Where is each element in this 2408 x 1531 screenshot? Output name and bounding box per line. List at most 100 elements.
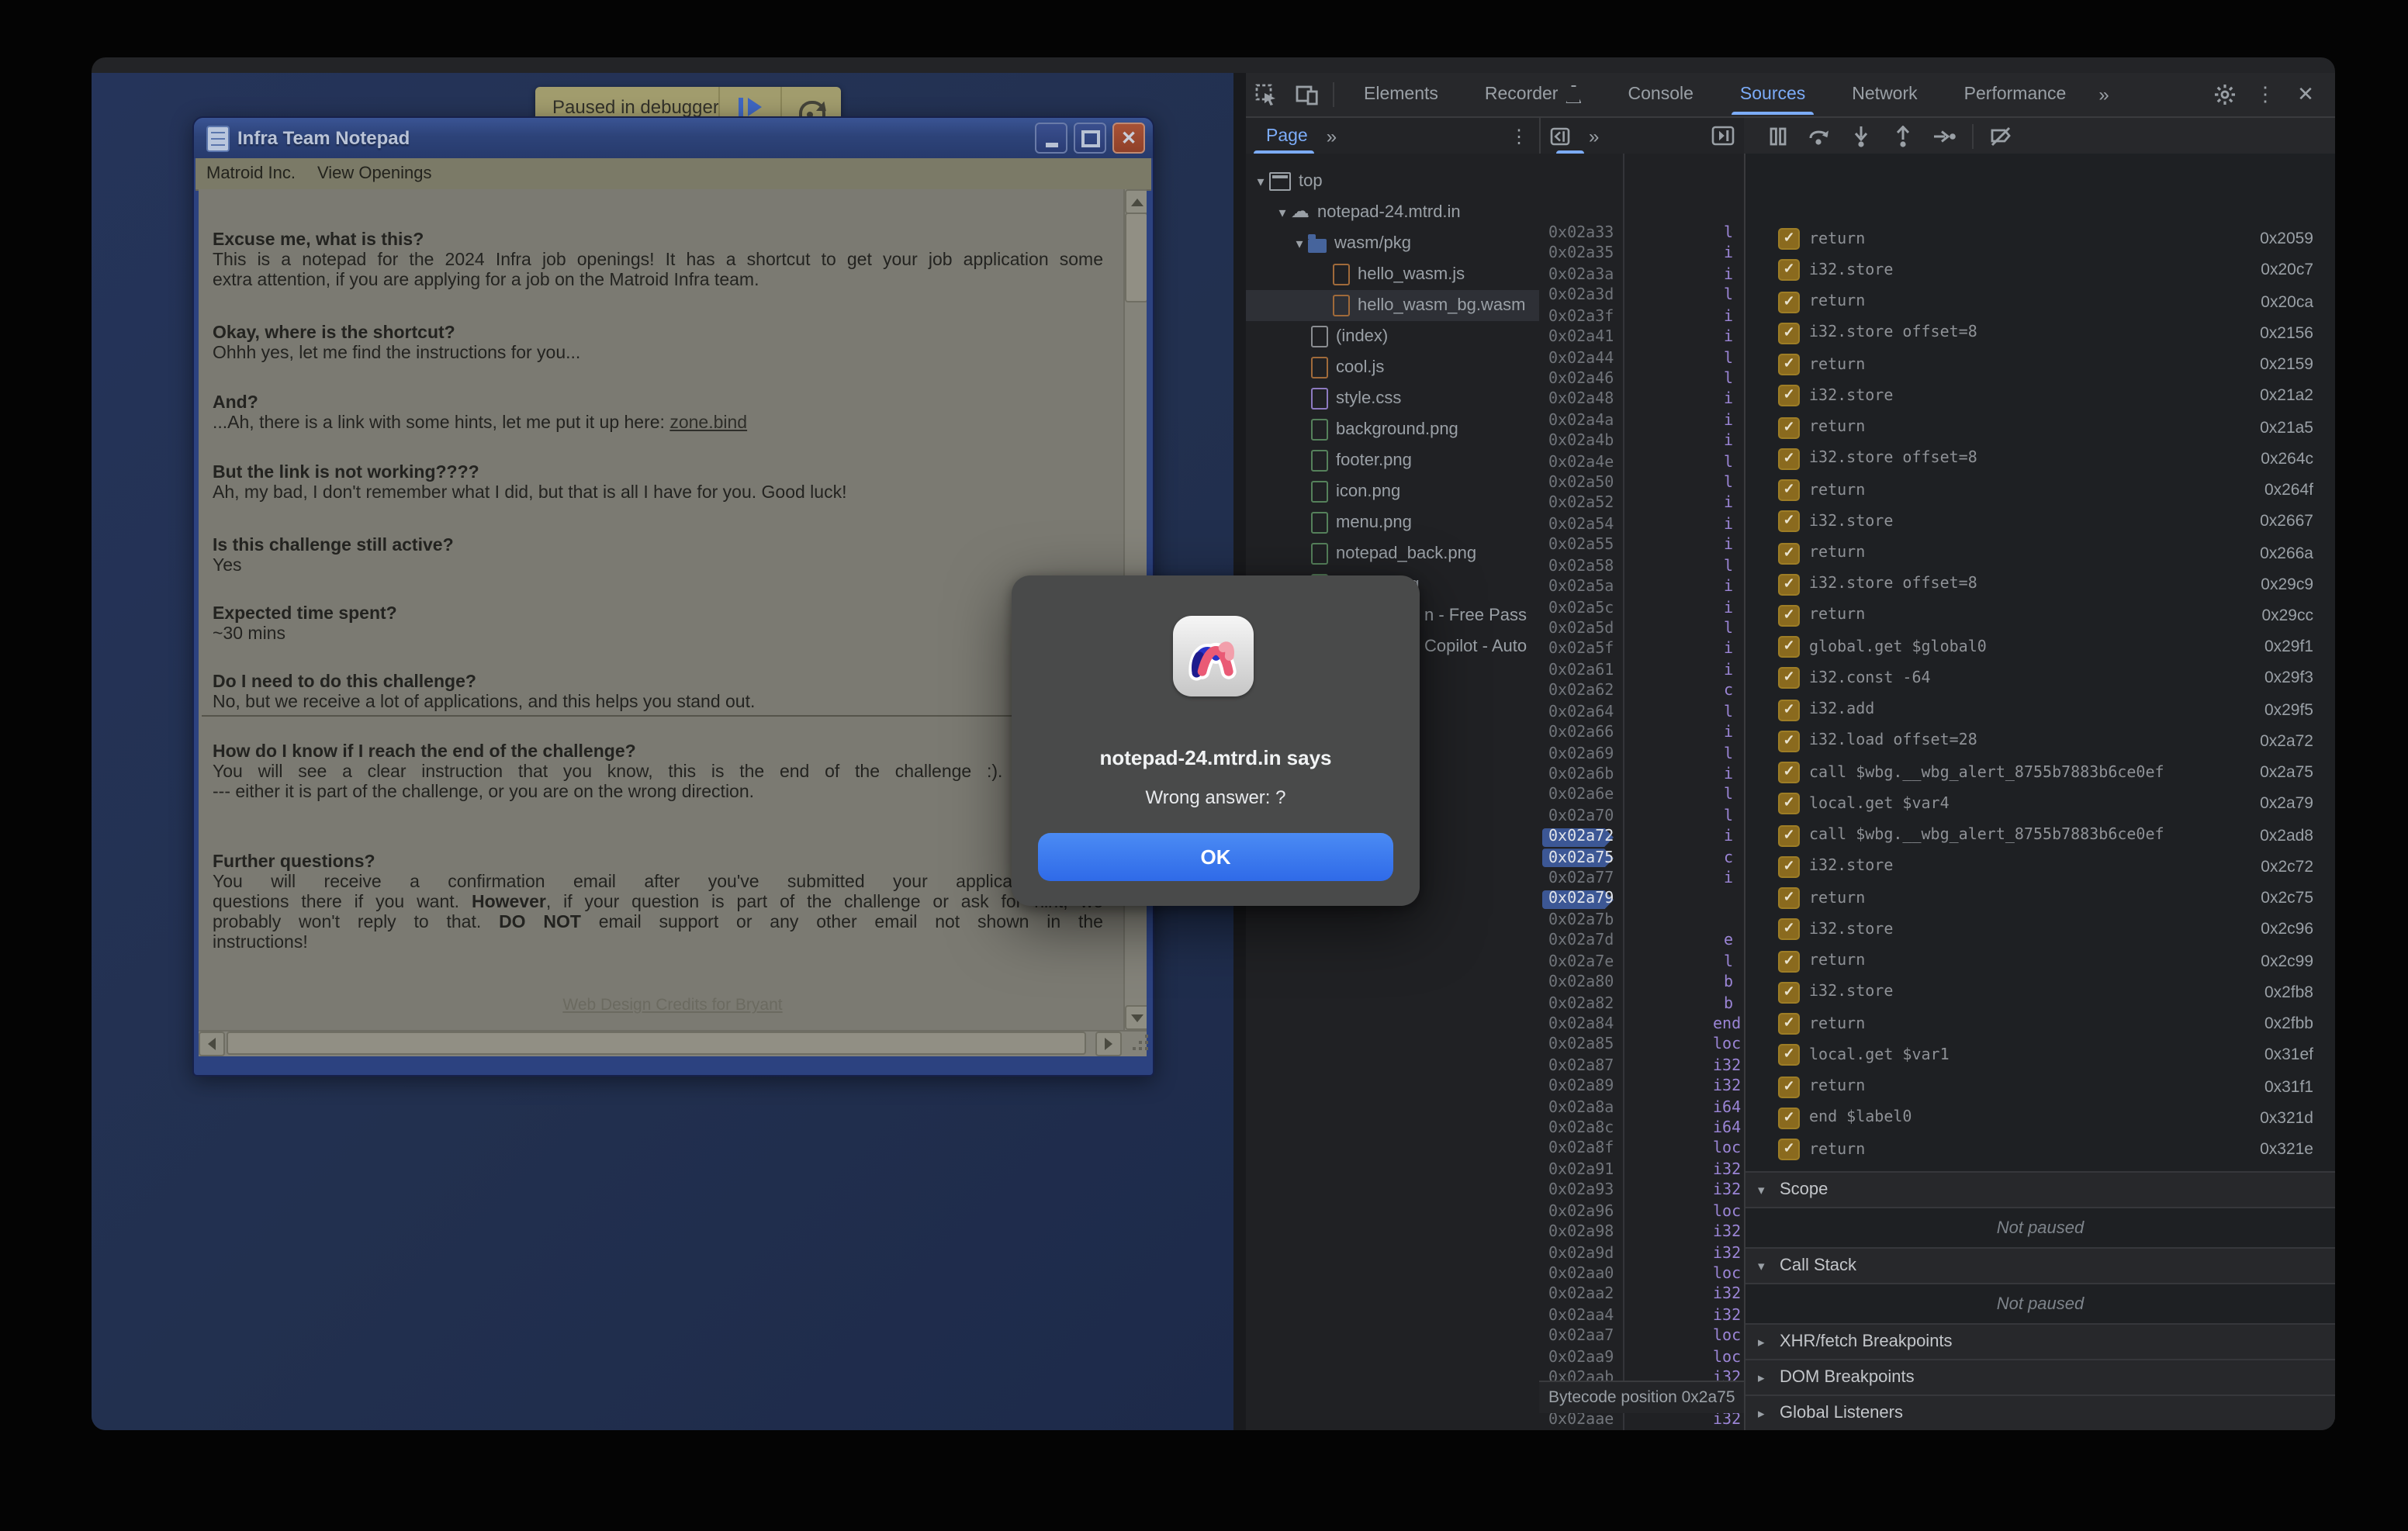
asm-address[interactable]: 0x02a41 — [1548, 327, 1614, 348]
asm-line-0x02a62[interactable]: 0x02a62c — [1539, 681, 1744, 702]
tree-item-background.png[interactable]: background.png — [1246, 414, 1541, 445]
asm-address[interactable]: 0x02aa4 — [1548, 1306, 1614, 1327]
asm-address[interactable]: 0x02a33 — [1548, 223, 1614, 244]
breakpoint-row-0x2c75[interactable]: ✓return0x2c75 — [1745, 883, 2335, 914]
breakpoint-row-0x31ef[interactable]: ✓local.get $var10x31ef — [1745, 1039, 2335, 1070]
asm-line-0x02a61[interactable]: 0x02a61i — [1539, 661, 1744, 682]
breakpoint-row-0x2159[interactable]: ✓return0x2159 — [1745, 349, 2335, 380]
asm-address[interactable]: 0x02a54 — [1548, 515, 1614, 536]
breakpoint-row-0x29f5[interactable]: ✓i32.add0x29f5 — [1745, 694, 2335, 725]
asm-address[interactable]: 0x02aa9 — [1548, 1347, 1614, 1368]
asm-line-0x02a89[interactable]: 0x02a89i32 — [1539, 1077, 1744, 1097]
asm-address[interactable]: 0x02a7d — [1548, 931, 1614, 952]
breakpoint-row-0x2fb8[interactable]: ✓i32.store0x2fb8 — [1745, 977, 2335, 1008]
pause-script-icon[interactable] — [1756, 119, 1798, 153]
section-call-stack[interactable]: ▾Call Stack — [1745, 1247, 2335, 1284]
asm-line-0x02a55[interactable]: 0x02a55i — [1539, 536, 1744, 557]
asm-address[interactable]: 0x02a64 — [1548, 702, 1614, 723]
tab-console[interactable]: Console — [1605, 73, 1717, 115]
breakpoint-row-0x29f1[interactable]: ✓global.get $global00x29f1 — [1745, 631, 2335, 662]
credits-link[interactable]: Bryant — [735, 996, 783, 1014]
asm-line-0x02a96[interactable]: 0x02a96loc — [1539, 1201, 1744, 1222]
asm-line-0x02a5a[interactable]: 0x02a5ai — [1539, 577, 1744, 598]
tree-item-occluded[interactable]: n - Free Pass — [1424, 607, 1527, 625]
asm-address[interactable]: 0x02a5f — [1548, 640, 1614, 661]
step-icon[interactable] — [1924, 119, 1966, 153]
breakpoint-checkbox[interactable]: ✓ — [1778, 856, 1800, 878]
asm-address[interactable]: 0x02a3d — [1548, 286, 1614, 307]
breakpoint-row-0x2156[interactable]: ✓i32.store offset=80x2156 — [1745, 317, 2335, 348]
asm-line-0x02a77[interactable]: 0x02a77i — [1539, 869, 1744, 890]
horizontal-scroll-thumb[interactable] — [227, 1032, 1086, 1055]
section-dom-breakpoints[interactable]: ▸DOM Breakpoints — [1745, 1359, 2335, 1396]
scroll-right-button[interactable] — [1095, 1032, 1122, 1056]
breakpoint-row-0x21a2[interactable]: ✓i32.store0x21a2 — [1745, 380, 2335, 411]
breakpoint-checkbox[interactable]: ✓ — [1778, 793, 1800, 815]
asm-address[interactable]: 0x02a69 — [1548, 744, 1614, 765]
settings-gear-icon[interactable] — [2205, 74, 2245, 115]
asm-line-0x02a84[interactable]: 0x02a84end — [1539, 1014, 1744, 1035]
inspect-element-icon[interactable] — [1246, 74, 1286, 115]
breakpoint-checkbox[interactable]: ✓ — [1778, 762, 1800, 783]
asm-line-0x02a7d[interactable]: 0x02a7de — [1539, 931, 1744, 952]
asm-address[interactable]: 0x02a3f — [1548, 306, 1614, 327]
asm-address[interactable]: 0x02a4b — [1548, 431, 1614, 452]
section-expander-icon[interactable]: ▾ — [1745, 1257, 1780, 1274]
asm-line-0x02a58[interactable]: 0x02a58l — [1539, 556, 1744, 577]
tab-sources[interactable]: Sources — [1717, 73, 1828, 115]
kebab-menu-icon[interactable]: ⋮ — [2245, 74, 2285, 115]
section-global-listeners[interactable]: ▸Global Listeners — [1745, 1394, 2335, 1430]
asm-line-0x02a4b[interactable]: 0x02a4bi — [1539, 431, 1744, 452]
asm-address[interactable]: 0x02a35 — [1548, 244, 1614, 265]
asm-line-0x02aa2[interactable]: 0x02aa2i32 — [1539, 1285, 1744, 1306]
asm-line-0x02a50[interactable]: 0x02a50l — [1539, 473, 1744, 494]
breakpoint-row-0x321e[interactable]: ✓return0x321e — [1745, 1134, 2335, 1165]
breakpoint-row-0x2a75[interactable]: ✓call $wbg.__wbg_alert_8755b7883b6ce0ef0… — [1745, 757, 2335, 788]
asm-line-0x02a7e[interactable]: 0x02a7el — [1539, 952, 1744, 973]
section-xhr-fetch-breakpoints[interactable]: ▸XHR/fetch Breakpoints — [1745, 1323, 2335, 1360]
asm-address[interactable]: 0x02a58 — [1548, 556, 1614, 577]
breakpoint-row-0x2c99[interactable]: ✓return0x2c99 — [1745, 945, 2335, 976]
asm-line-0x02aa0[interactable]: 0x02aa0loc — [1539, 1264, 1744, 1285]
breakpoint-checkbox[interactable]: ✓ — [1778, 919, 1800, 941]
breakpoint-checkbox[interactable]: ✓ — [1778, 824, 1800, 846]
tree-item-top[interactable]: ▾top — [1246, 166, 1541, 197]
asm-line-0x02a35[interactable]: 0x02a35i — [1539, 244, 1744, 265]
horizontal-scrollbar[interactable] — [199, 1030, 1147, 1056]
asm-address[interactable]: 0x02a77 — [1548, 869, 1614, 890]
asm-address[interactable]: 0x02a7e — [1548, 952, 1614, 973]
asm-line-0x02a64[interactable]: 0x02a64l — [1539, 702, 1744, 723]
breakpoint-row-0x2a72[interactable]: ✓i32.load offset=280x2a72 — [1745, 726, 2335, 757]
asm-line-0x02aa4[interactable]: 0x02aa4i32 — [1539, 1306, 1744, 1327]
asm-address[interactable]: 0x02a6e — [1548, 786, 1614, 807]
asm-address[interactable]: 0x02a93 — [1548, 1181, 1614, 1202]
asm-line-0x02a98[interactable]: 0x02a98i32 — [1539, 1222, 1744, 1243]
tree-item-wasm-pkg[interactable]: ▾wasm/pkg — [1246, 228, 1541, 259]
asm-line-0x02a41[interactable]: 0x02a41i — [1539, 327, 1744, 348]
breakpoint-checkbox[interactable]: ✓ — [1778, 260, 1800, 282]
asm-address[interactable]: 0x02a91 — [1548, 1160, 1614, 1181]
asm-address[interactable]: 0x02a8f — [1548, 1139, 1614, 1160]
asm-address[interactable]: 0x02aa7 — [1548, 1327, 1614, 1348]
scroll-left-button[interactable] — [199, 1032, 225, 1056]
section-expander-icon[interactable]: ▾ — [1745, 1181, 1780, 1198]
breakpoint-checkbox[interactable]: ✓ — [1778, 636, 1800, 658]
breakpoint-row-0x29c9[interactable]: ✓i32.store offset=80x29c9 — [1745, 569, 2335, 600]
asm-address[interactable]: 0x02a8a — [1548, 1097, 1614, 1118]
asm-address[interactable]: 0x02a84 — [1548, 1014, 1614, 1035]
asm-address[interactable]: 0x02a87 — [1548, 1056, 1614, 1077]
asm-line-0x02a5c[interactable]: 0x02a5ci — [1539, 598, 1744, 619]
tree-item--index-[interactable]: (index) — [1246, 321, 1541, 352]
asm-line-0x02a66[interactable]: 0x02a66i — [1539, 723, 1744, 744]
asm-address[interactable]: 0x02a75 — [1548, 848, 1614, 869]
navigator-more-chevron[interactable]: » — [1317, 125, 1346, 147]
asm-line-0x02a52[interactable]: 0x02a52i — [1539, 494, 1744, 515]
step-out-icon[interactable] — [1882, 119, 1924, 153]
asm-line-0x02a87[interactable]: 0x02a87i32 — [1539, 1056, 1744, 1077]
breakpoint-checkbox[interactable]: ✓ — [1778, 1108, 1800, 1129]
asm-address[interactable]: 0x02a66 — [1548, 723, 1614, 744]
breakpoint-checkbox[interactable]: ✓ — [1778, 982, 1800, 1004]
asm-address[interactable]: 0x02a85 — [1548, 1035, 1614, 1056]
breakpoint-checkbox[interactable]: ✓ — [1778, 668, 1800, 689]
asm-address[interactable]: 0x02a9d — [1548, 1243, 1614, 1264]
